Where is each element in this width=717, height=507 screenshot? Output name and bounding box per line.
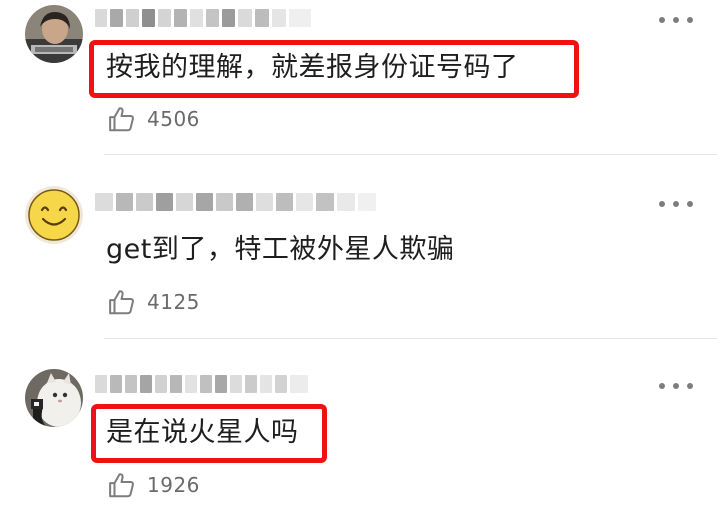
comment-item-3: 是在说火星人吗 1926 xyxy=(0,339,717,507)
like-count: 4125 xyxy=(147,290,200,314)
thumbs-up-icon xyxy=(109,473,134,498)
comment-item-2: get到了，特工被外星人欺骗 4125 xyxy=(0,155,717,339)
avatar[interactable] xyxy=(25,186,83,244)
like-button[interactable]: 4125 xyxy=(107,286,200,318)
avatar[interactable] xyxy=(25,369,83,427)
more-dots-icon[interactable] xyxy=(659,15,693,25)
cat-photo-avatar-icon xyxy=(25,369,83,427)
thumbs-up-icon xyxy=(109,290,134,315)
like-count: 1926 xyxy=(147,473,200,497)
comment-text: get到了，特工被外星人欺骗 xyxy=(106,234,455,265)
username-blurred[interactable] xyxy=(95,3,314,33)
avatar[interactable] xyxy=(25,5,83,63)
username-blurred[interactable] xyxy=(95,369,311,399)
person-photo-avatar-icon xyxy=(25,5,83,63)
like-count: 4506 xyxy=(147,107,200,131)
comment-text: 是在说火星人吗 xyxy=(106,417,299,448)
like-button[interactable]: 1926 xyxy=(107,469,200,501)
smiley-face-avatar-icon xyxy=(25,186,83,244)
more-dots-icon[interactable] xyxy=(659,381,693,391)
more-dots-icon[interactable] xyxy=(659,199,693,209)
like-button[interactable]: 4506 xyxy=(107,103,200,135)
comment-item-1: 按我的理解，就差报身份证号码了 4506 xyxy=(0,0,717,155)
username-blurred[interactable] xyxy=(95,187,379,217)
thumbs-up-icon xyxy=(109,107,134,132)
comment-text: 按我的理解，就差报身份证号码了 xyxy=(106,52,519,83)
